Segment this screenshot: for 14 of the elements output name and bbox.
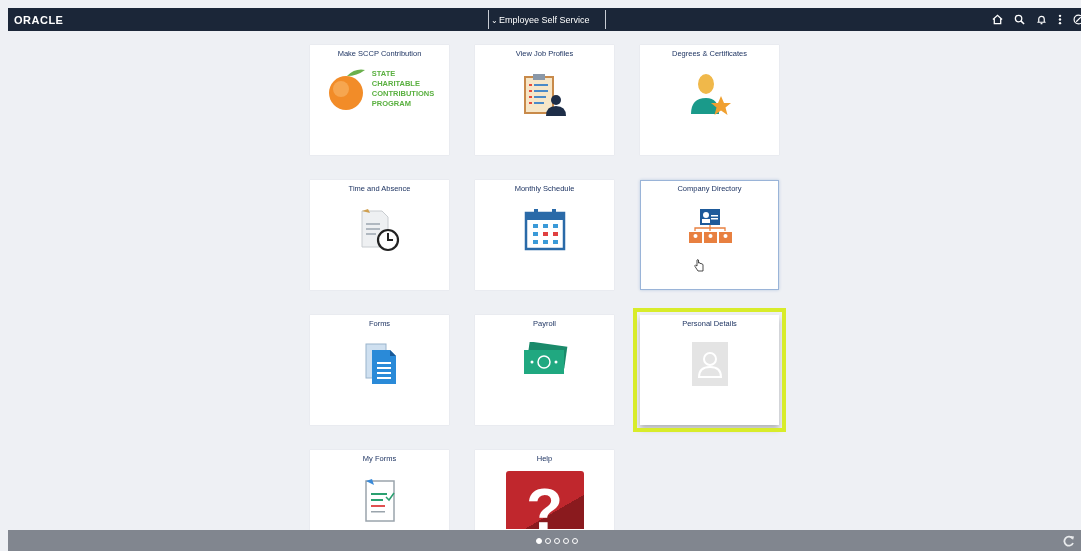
page-dot[interactable] <box>535 537 542 544</box>
navigator-icon[interactable] <box>1073 14 1081 25</box>
home-icon[interactable] <box>992 14 1003 25</box>
refresh-icon[interactable] <box>1063 535 1075 547</box>
calendar-icon <box>523 207 566 251</box>
bell-icon[interactable] <box>1036 14 1047 25</box>
person-placeholder-icon <box>691 342 728 386</box>
oracle-logo: ORACLE <box>14 13 64 26</box>
money-icon <box>521 342 568 376</box>
more-options-icon[interactable] <box>1058 14 1062 25</box>
search-icon[interactable] <box>1014 14 1025 25</box>
homepage-selector[interactable]: ⌄Employee Self Service <box>488 10 606 29</box>
clipboard-person-icon <box>522 72 567 118</box>
hand-cursor-icon <box>694 259 704 272</box>
